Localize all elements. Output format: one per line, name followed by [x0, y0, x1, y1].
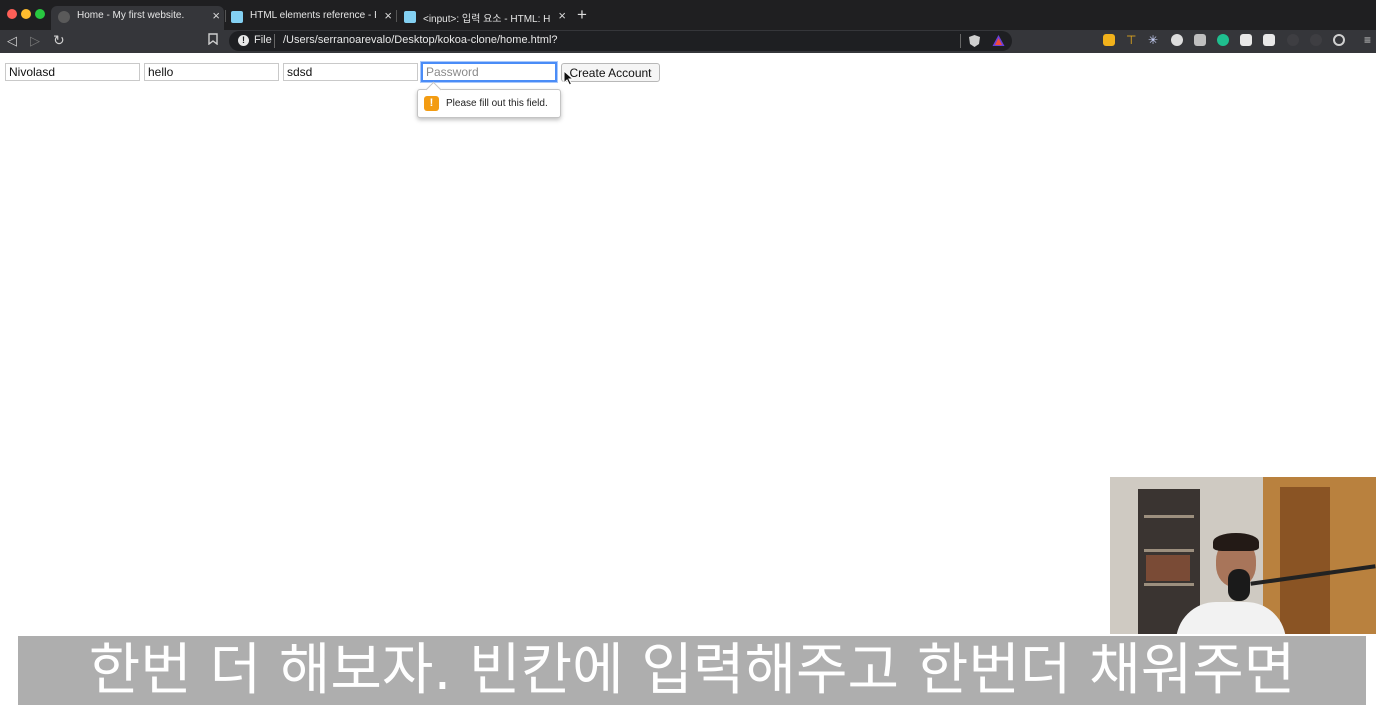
validation-message: Please fill out this field.	[446, 98, 548, 109]
warning-icon: !	[424, 96, 439, 111]
extension-icon[interactable]	[1240, 34, 1252, 46]
extension-icon[interactable]	[1103, 34, 1115, 46]
doorway	[1280, 487, 1330, 634]
extension-icon[interactable]	[1171, 34, 1183, 46]
mouse-cursor-icon	[563, 70, 575, 86]
extension-icon[interactable]	[1310, 34, 1322, 46]
text-input[interactable]	[144, 63, 279, 81]
globe-icon	[58, 11, 70, 23]
omnibox-divider	[960, 34, 961, 48]
extension-icon[interactable]	[1194, 34, 1206, 46]
close-tab-icon[interactable]: ×	[558, 8, 566, 23]
books	[1146, 555, 1190, 581]
address-bar[interactable]: ! File /Users/serranoarevalo/Desktop/kok…	[229, 31, 1012, 51]
minimize-window-button[interactable]	[21, 9, 31, 19]
shield-icon[interactable]	[968, 34, 981, 48]
shelf	[1144, 515, 1194, 518]
close-window-button[interactable]	[7, 9, 17, 19]
person-hair	[1213, 533, 1259, 551]
mdn-icon	[404, 11, 416, 23]
close-tab-icon[interactable]: ×	[384, 8, 392, 23]
microphone	[1228, 569, 1250, 601]
back-icon[interactable]: ◁	[7, 33, 17, 49]
extension-icon[interactable]	[1263, 34, 1275, 46]
mdn-icon	[231, 11, 243, 23]
tab-home[interactable]: Home - My first website. ×	[51, 6, 224, 30]
extension-icon[interactable]: ⊤	[1126, 34, 1138, 46]
omnibox-divider	[274, 34, 275, 48]
tab-input-element[interactable]: <input>: 입력 요소 - HTML: Hyper ×	[397, 6, 570, 30]
create-account-button[interactable]: Create Account	[561, 63, 660, 82]
extension-icon[interactable]: ✳	[1148, 34, 1160, 46]
text-input[interactable]	[283, 63, 418, 81]
subtitle-bar: 한번 더 해보자. 빈칸에 입력해주고 한번더 채워주면	[18, 636, 1366, 705]
tab-title: <input>: 입력 요소 - HTML: Hyper	[423, 14, 550, 25]
menu-icon[interactable]: ≡	[1364, 34, 1376, 46]
bookmark-icon[interactable]	[208, 33, 218, 48]
extension-icon[interactable]	[1333, 34, 1345, 46]
tab-strip: Home - My first website. × HTML elements…	[0, 0, 1376, 30]
url-text[interactable]: /Users/serranoarevalo/Desktop/kokoa-clon…	[283, 34, 558, 46]
webcam-overlay	[1110, 477, 1376, 634]
tooltip-arrow	[425, 81, 442, 98]
url-scheme-label: File	[254, 34, 272, 46]
tab-title: HTML elements reference - HTML	[250, 10, 376, 21]
name-input[interactable]	[5, 63, 140, 81]
shelf	[1144, 549, 1194, 552]
tab-title: Home - My first website.	[77, 10, 185, 21]
new-tab-button[interactable]: +	[577, 6, 587, 24]
extension-icon[interactable]	[1217, 34, 1229, 46]
close-tab-icon[interactable]: ×	[212, 8, 220, 23]
password-input[interactable]	[421, 62, 557, 82]
zoom-window-button[interactable]	[35, 9, 45, 19]
reload-icon[interactable]: ↻	[53, 32, 65, 49]
info-icon[interactable]: !	[238, 35, 249, 46]
subtitle-text: 한번 더 해보자. 빈칸에 입력해주고 한번더 채워주면	[88, 638, 1296, 703]
forward-icon[interactable]: ▷	[30, 33, 40, 49]
validation-tooltip: ! Please fill out this field.	[417, 81, 561, 118]
rewards-triangle-icon[interactable]	[992, 34, 1005, 47]
tab-html-elements-reference[interactable]: HTML elements reference - HTML ×	[224, 6, 396, 30]
shelf	[1144, 583, 1194, 586]
extension-icon[interactable]	[1287, 34, 1299, 46]
